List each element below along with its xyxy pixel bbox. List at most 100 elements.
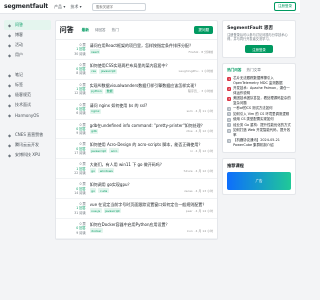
article-icon: ◆ (7, 32, 12, 38)
question-tag[interactable]: docker (89, 228, 103, 234)
question-title[interactable]: vue 在设定当前字号时页面跟踪设置窗口如何定位一般规则配置？ (90, 202, 213, 207)
question-author[interactable]: ztoe (186, 129, 192, 133)
ask-question-button[interactable]: 提问题 (194, 26, 214, 34)
question-title[interactable]: 请问在用React框架的项目里，怎样按指定条件排序分配？ (90, 43, 213, 48)
question-tag[interactable]: go (89, 168, 97, 174)
question-row[interactable]: 0 票0 回答 9 阅读 gdb在undefined info command: "… (55, 120, 218, 140)
tab-latest[interactable]: 最新 (82, 28, 89, 33)
question-tag[interactable]: javascript (103, 208, 122, 214)
question-tag[interactable]: 数据 (105, 88, 115, 94)
question-body: 大佬们，有人用 win11 下 go 做开码吗？ go windows future … (89, 162, 213, 175)
question-author[interactable]: kun (187, 229, 192, 233)
question-meta: gdb ztoe · 4 月 12 小时 (89, 128, 213, 134)
nav-tech[interactable]: 技术 ▾ (70, 4, 81, 10)
question-tag[interactable]: javascript (89, 148, 108, 154)
login-button[interactable]: 注册登录 (274, 2, 296, 11)
hot-item[interactable]: 7 经业务 Go 重构：提升性能优化的方式 (227, 123, 291, 128)
hot-item[interactable]: 2 开发技术：Apache Paimon，湖仓一体运作说明 (227, 86, 291, 95)
tab-hot[interactable]: 热门 (112, 28, 119, 33)
sidebar-item-5[interactable]: ◆ 标签 (4, 80, 51, 90)
search-input[interactable] (91, 2, 146, 11)
hot-rank: 7 (227, 123, 232, 128)
question-row[interactable]: 0 票1 回答 31 阅读 vue 在设定当前字号时页面跟踪设置窗口如何定位一般规则… (55, 199, 218, 220)
sidebar-item-label: CNES 直营赞曾 (15, 132, 44, 137)
question-row[interactable]: 0 票0 回答 17 阅读 如何使用 Acro-Design 的 acro-scri… (55, 139, 218, 160)
sidebar-item-2[interactable]: ◆ 活动 (4, 40, 51, 50)
question-time: 4 月 14 小时 (195, 228, 214, 233)
hot-item[interactable]: 4 一秒of的CS 测试方法如何 (227, 106, 291, 111)
hot-rank: 9 (227, 138, 232, 143)
sidebar-item-10[interactable]: ◆ 腾讯云云开发 (4, 140, 51, 150)
question-author[interactable]: LaughingZhu (179, 69, 199, 73)
question-author[interactable]: FrieSik (188, 50, 198, 54)
question-tag[interactable]: python (89, 88, 104, 94)
question-tag[interactable]: css (89, 68, 98, 74)
tab-unanswered[interactable]: 待回答 (95, 28, 106, 33)
question-tag[interactable]: gdb (89, 128, 99, 134)
question-author-time: ssm · 4 月 11 小时 (186, 109, 214, 114)
question-tag[interactable]: windows (98, 168, 115, 174)
question-tag[interactable]: cuda (98, 188, 109, 194)
sidebar-item-8[interactable]: ◆ HarmonyOS (4, 110, 51, 120)
question-stats: 0 票0 回答 17 阅读 (60, 142, 85, 155)
hot-item[interactable]: 1 芯片无法跟踪数据摩擦引入 OpenTelemetry MDC 监测数据 (227, 76, 291, 85)
question-author[interactable]: ni (190, 149, 193, 153)
hot-item[interactable]: 9 【机器协议通讯】2024-05-21 PowerCube 集群机制介绍 (227, 138, 291, 147)
question-row[interactable]: 0 票1 回答 30 阅读 请问在用React框架的项目里，怎样按指定条件排序分配？… (55, 40, 218, 60)
question-row[interactable]: 0 票0 回答 9 阅读 如何在Docker容器中启用Python应用设置？ dock… (55, 219, 218, 239)
question-title[interactable]: gdb在undefined info command: "pretty-prin… (90, 123, 213, 128)
question-tag[interactable]: vue.js (89, 208, 102, 214)
sidebar-item-6[interactable]: ◆ 极客规范 (4, 90, 51, 100)
question-author[interactable]: pear (186, 209, 193, 213)
question-row[interactable]: 0 票1 回答 22 阅读 大佬们，有人用 win11 下 go 做开码吗？ go wi… (55, 159, 218, 180)
sidebar-item-11[interactable]: ◆ 安博科技 XPU (4, 150, 51, 160)
ad-title: 推荐课程 (227, 163, 244, 169)
question-row[interactable]: 0 票0 回答 6 阅读 请问 nginx 如何使用 $s 的 ssl? nginx s… (55, 100, 218, 120)
question-author[interactable]: ssm (187, 109, 193, 113)
question-title[interactable]: 如何使用 Acro-Design 的 acro-scripts 脚本，能否正确使… (90, 142, 213, 147)
hot-rank: 5 (227, 112, 232, 117)
question-tag[interactable]: go (89, 188, 97, 194)
question-row[interactable]: 0 票0 回答 8 阅读 如何使用CSS实现两栏布局里的某内容居中？ css javas… (55, 60, 218, 80)
question-author[interactable]: 程序员_ (188, 89, 199, 93)
question-title[interactable]: 如何在Docker容器中启用Python应用设置？ (90, 222, 213, 227)
hot-item[interactable]: 5 如何引入 Vim 的 CS 环境里调测逻辑 (227, 112, 291, 117)
site-logo[interactable]: segmentfault (4, 3, 48, 10)
hot-item[interactable]: 3 美团技术团队答复，看处理源码复杂的复杂问题 (227, 96, 291, 105)
sidebar-item-7[interactable]: ◆ 技术面试 (4, 100, 51, 110)
sidebar-item-3[interactable]: ◆ 用户 (4, 50, 51, 60)
hot-item-title: 芯片无法跟踪数据摩擦引入 OpenTelemetry MDC 监测数据 (233, 76, 283, 85)
hot-item[interactable]: 8 如何打造 Web 开发智能代码，提升效率 (227, 128, 291, 137)
top-actions: 注册登录 (274, 2, 296, 11)
hot-card: 热门问答 热门文章 1 芯片无法跟踪数据摩擦引入 OpenTelemetry MD… (222, 63, 296, 154)
view-count: 14 阅读 (74, 190, 86, 195)
question-tag[interactable]: nginx (89, 108, 101, 114)
question-author[interactable]: future (184, 169, 193, 173)
sidebar-item-label: HarmonyOS (15, 112, 39, 118)
question-title[interactable]: 大佬们，有人用 win11 下 go 做开码吗？ (90, 162, 213, 167)
question-tabs: 最新 待回答 热门 (82, 28, 119, 33)
promo-register-button[interactable]: 注册登录 (245, 45, 274, 54)
sidebar-item-4[interactable]: ◆ 笔记 (4, 70, 51, 80)
question-tag[interactable]: react (89, 49, 101, 54)
question-time: 8 分钟前 (201, 49, 214, 54)
question-title[interactable]: 实现AI数据visualwanders数据打样引擎数据应该怎样实现？ (90, 83, 213, 88)
sidebar-item-9[interactable]: ◆ CNES 直营赞曾 (4, 130, 51, 140)
question-title[interactable]: 如何使用CSS实现两栏布局里的某内容居中？ (90, 63, 213, 68)
question-row[interactable]: 0 票0 回答 14 阅读 如何调用 go实现gpu？ go cuda zeoss · 4… (55, 179, 218, 200)
question-tag[interactable]: acro (109, 148, 119, 154)
question-author[interactable]: zeoss (184, 189, 192, 193)
ad-banner[interactable]: 广告 (227, 172, 291, 191)
question-row[interactable]: 0 票1 回答 12 阅读 实现AI数据visualwanders数据打样引擎数据应… (55, 80, 218, 100)
sidebar-item-label: 问答 (15, 22, 23, 27)
sidebar-item-0[interactable]: ◆ 问答 (4, 20, 51, 30)
tab-hot-questions[interactable]: 热门问答 (227, 68, 241, 73)
nav-products[interactable]: 产品 ▾ (54, 4, 65, 10)
question-title[interactable]: 如何调用 go实现gpu？ (90, 182, 213, 187)
question-title[interactable]: 请问 nginx 如何使用 $s 的 ssl? (90, 103, 213, 108)
hot-item[interactable]: 6 使用 CS 类型配置实现如何 (227, 117, 291, 122)
question-tag[interactable]: javascript (99, 68, 118, 74)
sidebar-item-1[interactable]: ◆ 博客 (4, 30, 51, 40)
tab-hot-articles[interactable]: 热门文章 (246, 68, 260, 73)
